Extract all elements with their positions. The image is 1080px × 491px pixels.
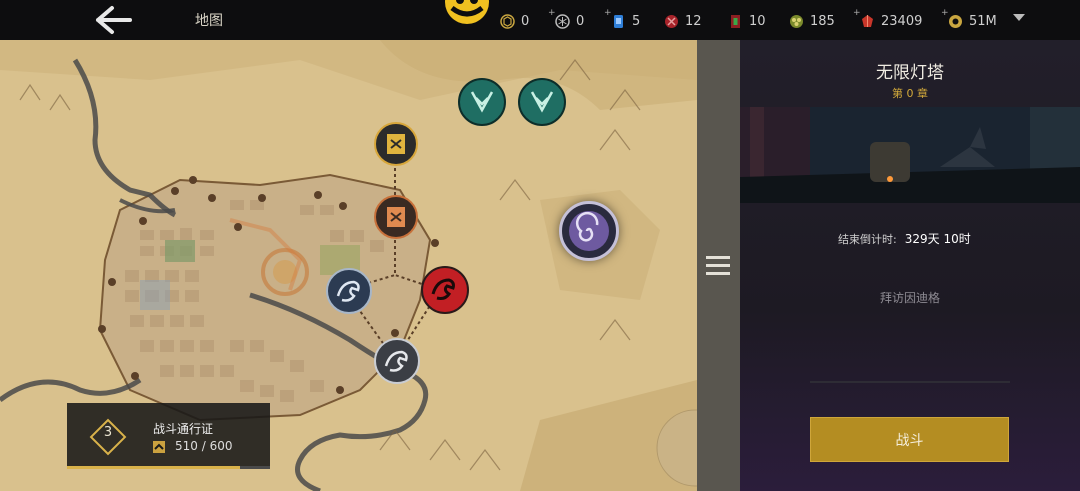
gold-ring-icon: + <box>941 8 963 29</box>
red-gem-icon: + <box>853 8 875 29</box>
resource-value: 10 <box>749 13 766 29</box>
beast-face-icon <box>470 91 494 113</box>
resource-rune-hex[interactable]: + 0 <box>548 8 585 30</box>
visit-text: 拜访因迪格 <box>879 291 940 305</box>
dragon-icon <box>336 280 360 302</box>
stage-title: 无限灯塔 <box>876 63 944 83</box>
resource-value: 23409 <box>881 13 923 29</box>
xp-chevron-icon <box>153 441 165 453</box>
treasure-map-node-orange[interactable] <box>374 195 418 239</box>
rune-hex-icon: + <box>548 8 570 29</box>
beast-face-icon <box>530 91 554 113</box>
grey-dragon-node[interactable] <box>374 338 420 384</box>
fight-button[interactable]: 战斗 <box>810 417 1009 462</box>
red-token-icon <box>664 14 679 29</box>
battle-pass-progress: 510 / 600 <box>175 439 233 453</box>
side-toggle-tab[interactable] <box>697 40 740 491</box>
resource-gold-coins[interactable]: 185 <box>789 12 835 30</box>
battle-pass-progress-bar <box>67 466 270 469</box>
resource-ticket[interactable]: 10 <box>728 12 766 30</box>
infinite-lighthouse-node[interactable] <box>559 201 619 261</box>
page-title: 地图 <box>195 13 223 29</box>
resource-value: 5 <box>632 13 641 29</box>
chevron-down-icon[interactable] <box>1013 14 1025 21</box>
rune-cube-icon <box>500 13 515 29</box>
world-map[interactable]: 3 战斗通行证 510 / 600 <box>0 40 697 491</box>
resource-red-gem[interactable]: + 23409 <box>853 8 923 30</box>
resource-value: 0 <box>576 13 585 29</box>
countdown: 结束倒计时: 329天 10时 <box>838 230 971 247</box>
back-arrow-icon[interactable] <box>92 4 136 36</box>
countdown-label: 结束倒计时: <box>838 233 897 246</box>
battle-pass-progress-fill <box>67 466 240 469</box>
resource-gold-ring[interactable]: + 51M <box>941 8 997 30</box>
battle-pass-widget[interactable]: 3 战斗通行证 510 / 600 <box>67 403 270 469</box>
ticket-icon <box>728 14 743 29</box>
treasure-map-node-gold[interactable] <box>374 122 418 166</box>
top-bar: 地图 0 + 0 + 5 12 10 185 + 23409 + 51M <box>0 0 1080 40</box>
resource-red-token[interactable]: 12 <box>664 12 702 30</box>
resource-blue-card[interactable]: + 5 <box>604 8 641 30</box>
game-logo-icon <box>440 0 494 26</box>
spiral-portal-icon <box>569 211 609 251</box>
resource-value: 0 <box>521 13 530 29</box>
map-scroll-icon <box>387 134 405 154</box>
teal-faction-node-2[interactable] <box>518 78 566 126</box>
resource-value: 12 <box>685 13 702 29</box>
resource-value: 51M <box>969 13 997 29</box>
dragon-icon <box>431 278 455 300</box>
blue-card-icon: + <box>604 8 626 29</box>
battle-pass-name: 战斗通行证 <box>153 422 214 436</box>
battle-pass-level: 3 <box>103 425 113 440</box>
blue-dragon-node[interactable] <box>326 268 372 314</box>
gold-coins-icon <box>789 14 804 29</box>
menu-icon[interactable] <box>706 256 730 276</box>
dragon-icon <box>384 350 408 372</box>
map-scroll-icon <box>387 207 405 227</box>
divider <box>810 381 1010 383</box>
chapter-label: 第 0 章 <box>892 87 928 100</box>
countdown-value: 329天 10时 <box>904 232 971 246</box>
teal-faction-node-1[interactable] <box>458 78 506 126</box>
stage-preview-image <box>740 107 1080 203</box>
red-dragon-node[interactable] <box>421 266 469 314</box>
stage-info-panel: 无限灯塔 第 0 章 结束倒计时: 329天 10时 拜访因迪格 战斗 <box>740 40 1080 491</box>
resource-rune-cube[interactable]: 0 <box>500 12 529 30</box>
resource-value: 185 <box>810 13 835 29</box>
